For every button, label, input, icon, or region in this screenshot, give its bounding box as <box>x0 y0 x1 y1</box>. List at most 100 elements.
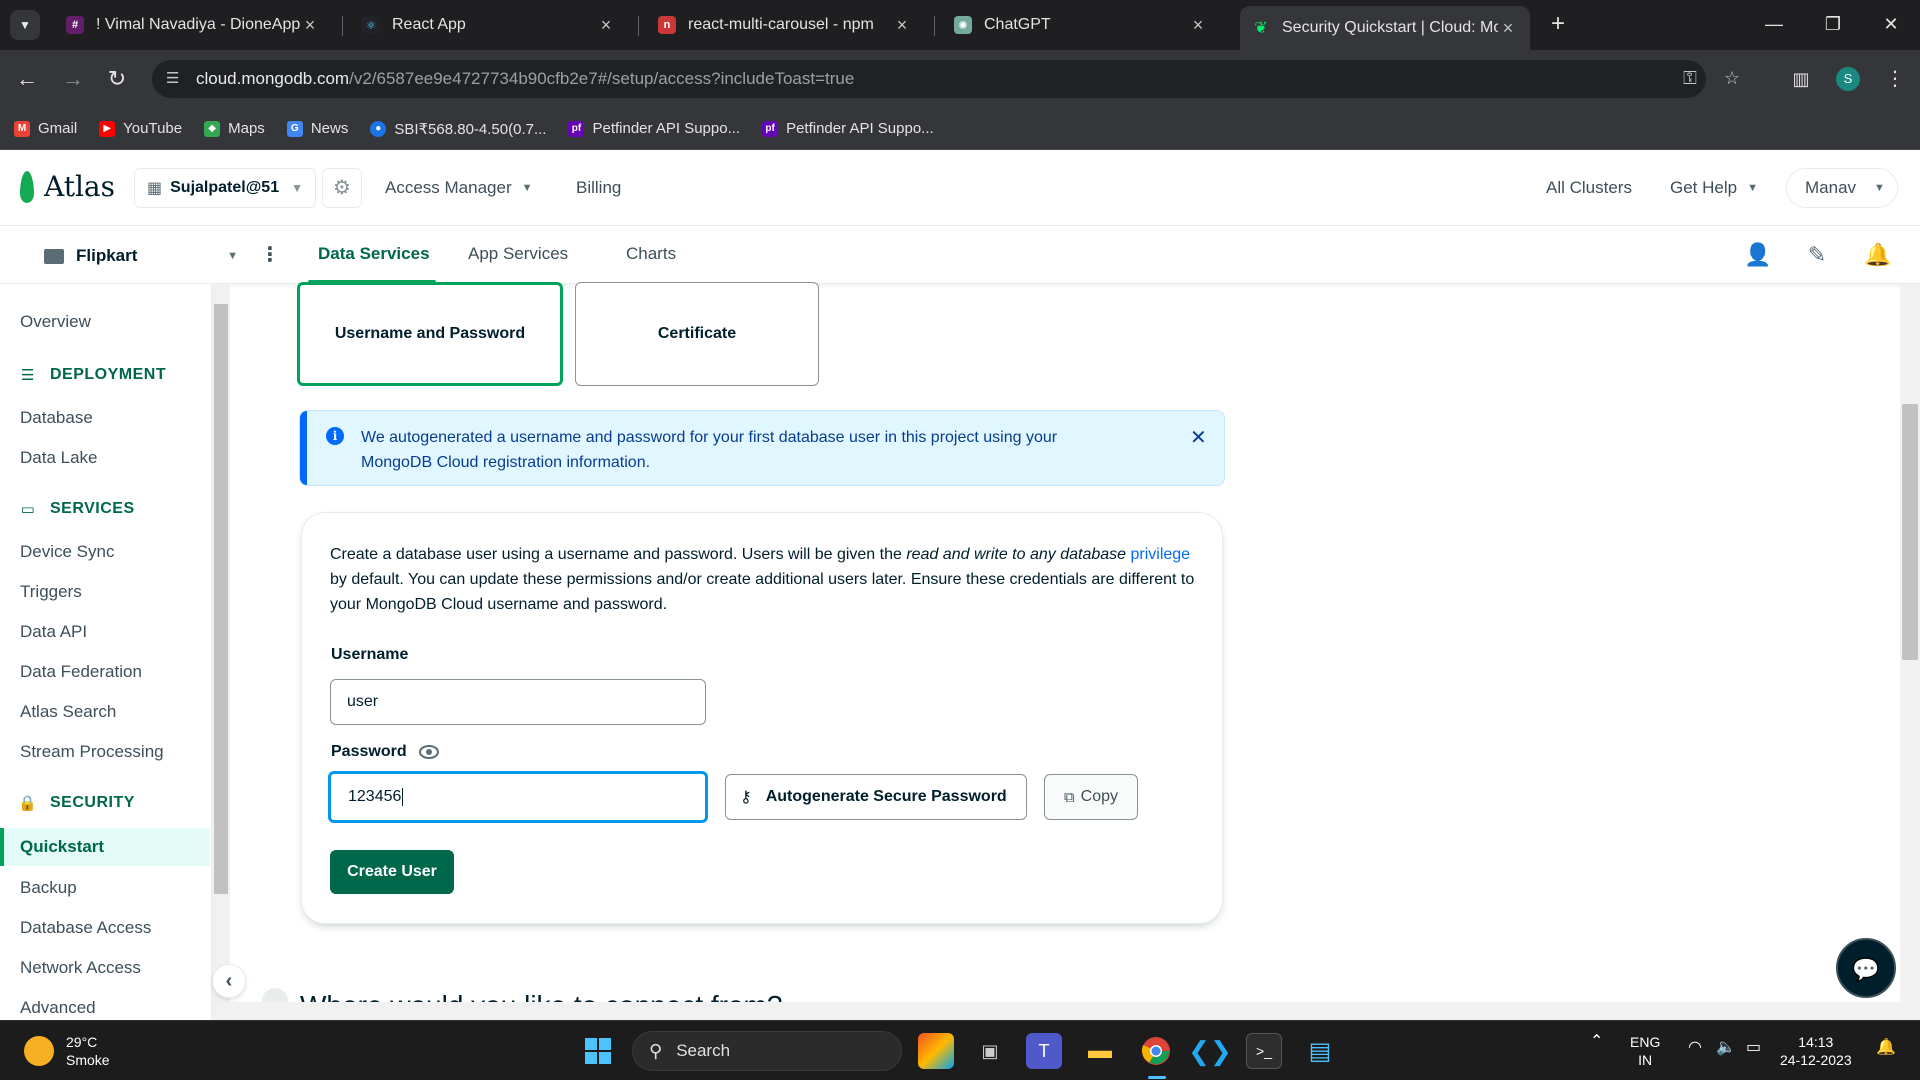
reload-icon[interactable]: ↻ <box>102 64 132 94</box>
notifications-bell-icon[interactable]: 🔔 <box>1864 242 1891 268</box>
copilot-icon[interactable] <box>918 1033 954 1069</box>
weather-widget[interactable]: 29°C Smoke <box>24 1033 110 1069</box>
news-icon: G <box>286 120 303 137</box>
profile-avatar[interactable]: S <box>1836 67 1860 91</box>
browser-menu-icon[interactable]: ⋮ <box>1880 64 1910 94</box>
address-bar[interactable]: ☰ cloud.mongodb.com/v2/6587ee9e4727734b9… <box>152 60 1740 98</box>
close-tab-icon[interactable]: × <box>892 15 912 36</box>
close-tab-icon[interactable]: × <box>1498 18 1518 39</box>
project-options-kebab-icon[interactable]: ⋮ <box>260 242 280 268</box>
password-key-icon[interactable]: ⚿ <box>1678 68 1702 92</box>
show-password-eye-icon[interactable] <box>419 744 439 760</box>
bookmark-news[interactable]: G News <box>286 120 348 137</box>
notification-bell-icon[interactable]: 🔔 <box>1876 1039 1896 1057</box>
access-manager-menu[interactable]: Access Manager ▼ <box>385 178 533 198</box>
activity-feed-icon[interactable]: ✎ <box>1804 242 1830 268</box>
bookmark-maps[interactable]: ◆ Maps <box>204 120 265 137</box>
sidebar-item-quickstart[interactable]: Quickstart <box>20 837 104 857</box>
browser-tab-active[interactable]: ❦ Security Quickstart | Cloud: Mo × <box>1240 6 1530 50</box>
minimize-window-button[interactable]: — <box>1756 10 1792 38</box>
browser-tab[interactable]: # ! Vimal Navadiya - DioneApps - × <box>54 8 332 42</box>
browser-tab[interactable]: n react-multi-carousel - npm × <box>646 8 924 42</box>
section-label: DEPLOYMENT <box>50 366 167 383</box>
back-icon[interactable]: ← <box>12 64 42 94</box>
get-help-menu[interactable]: Get Help ▼ <box>1670 178 1758 198</box>
teams-icon[interactable]: T <box>1026 1033 1062 1069</box>
sidebar-item-data-federation[interactable]: Data Federation <box>20 662 142 682</box>
bookmark-petfinder[interactable]: pf Petfinder API Suppo... <box>762 120 934 137</box>
restore-window-button[interactable]: ❐ <box>1815 10 1851 38</box>
sidebar-item-triggers[interactable]: Triggers <box>20 582 82 602</box>
collapse-sidebar-chevron-left-icon[interactable]: ‹ <box>212 964 246 998</box>
horizontal-scrollbar[interactable] <box>230 1002 1900 1020</box>
sidebar-scrollbar-thumb[interactable] <box>214 304 228 894</box>
browser-tab[interactable]: ⚛ React App × <box>350 8 628 42</box>
side-panel-icon[interactable]: ▥ <box>1786 64 1816 94</box>
support-chat-icon[interactable]: 💬 <box>1836 938 1896 998</box>
sidebar-item-database-access[interactable]: Database Access <box>20 918 151 938</box>
sidebar-item-overview[interactable]: Overview <box>20 312 91 332</box>
auth-option-username-password[interactable]: Username and Password <box>297 282 563 386</box>
invite-user-icon[interactable]: 👤 <box>1744 242 1771 268</box>
password-input[interactable]: 123456 <box>328 771 708 823</box>
site-info-icon[interactable]: ☰ <box>166 69 186 89</box>
username-input[interactable]: user <box>330 679 706 725</box>
bookmark-gmail[interactable]: M Gmail <box>14 120 77 137</box>
tab-charts[interactable]: Charts <box>626 244 676 264</box>
browser-tab[interactable]: ✺ ChatGPT × <box>942 8 1220 42</box>
chrome-icon[interactable] <box>1138 1033 1174 1069</box>
notepad-icon[interactable]: ▤ <box>1302 1033 1338 1069</box>
wifi-icon[interactable]: ◠ <box>1688 1039 1702 1057</box>
volume-icon[interactable]: 🔈 <box>1716 1039 1736 1057</box>
user-menu-button[interactable]: Manav ▼ <box>1786 168 1898 208</box>
taskbar-search[interactable]: ⚲ Search <box>632 1031 902 1071</box>
close-tab-icon[interactable]: × <box>1188 15 1208 36</box>
vscode-icon[interactable]: ❮❯ <box>1188 1033 1232 1069</box>
weather-sun-icon <box>24 1036 54 1066</box>
organization-settings-gear-icon[interactable]: ⚙ <box>322 168 362 208</box>
forward-icon[interactable]: → <box>58 64 88 94</box>
sidebar-item-backup[interactable]: Backup <box>20 878 77 898</box>
terminal-icon[interactable]: >_ <box>1246 1033 1282 1069</box>
tab-search-menu-button[interactable]: ▼ <box>10 10 40 40</box>
bookmark-youtube[interactable]: ▶ YouTube <box>99 120 182 137</box>
close-tab-icon[interactable]: × <box>300 15 320 36</box>
close-banner-icon[interactable]: ✕ <box>1190 425 1207 450</box>
bookmark-sbi[interactable]: ● SBI₹568.80-4.50(0.7... <box>370 120 546 138</box>
clock[interactable]: 14:13 24-12-2023 <box>1780 1033 1852 1069</box>
privilege-link[interactable]: privilege <box>1130 546 1190 563</box>
auth-option-certificate[interactable]: Certificate <box>575 282 819 386</box>
organization-selector[interactable]: ▦ Sujalpatel@51 ▼ <box>134 168 316 208</box>
autogenerate-password-button[interactable]: ⚷ Autogenerate Secure Password <box>725 774 1027 820</box>
all-clusters-link[interactable]: All Clusters <box>1546 178 1632 198</box>
billing-link[interactable]: Billing <box>576 178 621 198</box>
sidebar-item-database[interactable]: Database <box>20 408 93 428</box>
bookmark-petfinder[interactable]: pf Petfinder API Suppo... <box>568 120 740 137</box>
sidebar-item-device-sync[interactable]: Device Sync <box>20 542 114 562</box>
close-tab-icon[interactable]: × <box>596 15 616 36</box>
sidebar-item-advanced[interactable]: Advanced <box>20 998 96 1018</box>
windows-start-icon[interactable] <box>580 1033 616 1069</box>
sidebar-item-data-lake[interactable]: Data Lake <box>20 448 98 468</box>
copy-password-button[interactable]: ⧉ Copy <box>1044 774 1138 820</box>
atlas-logo[interactable]: Atlas <box>20 170 115 203</box>
close-window-button[interactable]: ✕ <box>1873 10 1909 38</box>
tab-app-services[interactable]: App Services <box>468 244 568 264</box>
bookmark-star-icon[interactable]: ☆ <box>1720 68 1744 92</box>
create-user-button[interactable]: Create User <box>330 850 454 894</box>
sidebar-item-data-api[interactable]: Data API <box>20 622 87 642</box>
section-label: SERVICES <box>50 500 135 517</box>
task-view-icon[interactable]: ▣ <box>972 1033 1008 1069</box>
page-scrollbar-thumb[interactable] <box>1902 404 1918 660</box>
sidebar-item-atlas-search[interactable]: Atlas Search <box>20 702 116 722</box>
file-explorer-icon[interactable]: ▬ <box>1082 1033 1118 1069</box>
show-hidden-icons-chevron-up-icon[interactable]: ⌃ <box>1590 1033 1603 1051</box>
sidebar-item-stream-processing[interactable]: Stream Processing <box>20 742 164 762</box>
project-selector[interactable]: Flipkart ▼ <box>44 244 238 268</box>
battery-icon[interactable]: ▭ <box>1746 1039 1761 1057</box>
language-indicator[interactable]: ENG IN <box>1630 1033 1660 1069</box>
tab-data-services[interactable]: Data Services <box>318 244 430 264</box>
new-tab-button[interactable]: + <box>1544 10 1572 38</box>
bookmark-label: YouTube <box>123 120 183 137</box>
sidebar-item-network-access[interactable]: Network Access <box>20 958 141 978</box>
